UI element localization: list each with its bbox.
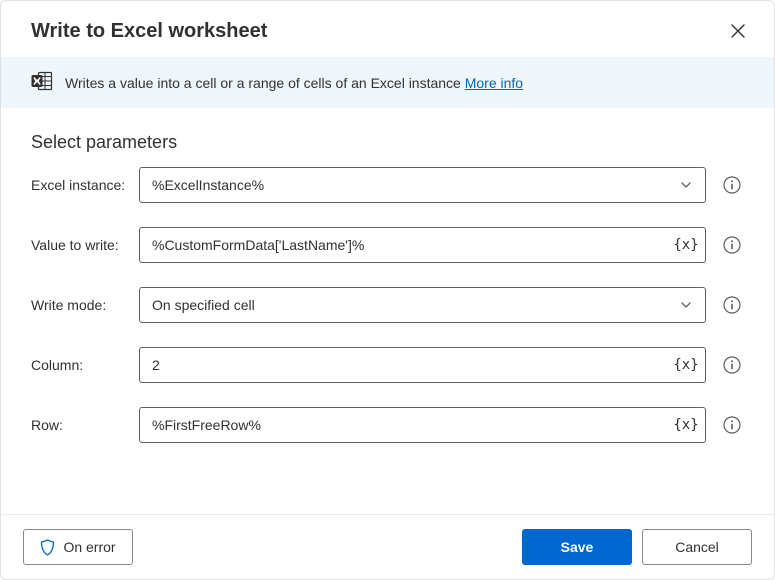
dialog: Write to Excel worksheet Writes a value … (0, 0, 775, 580)
info-icon (723, 356, 741, 374)
row-excel-instance: Excel instance: %ExcelInstance% (31, 167, 744, 203)
on-error-label: On error (63, 539, 115, 555)
close-icon (731, 24, 745, 38)
description-text: Writes a value into a cell or a range of… (65, 75, 461, 91)
info-icon (723, 236, 741, 254)
info-icon (723, 176, 741, 194)
parameters-form: Excel instance: %ExcelInstance% Value to… (1, 167, 774, 514)
row-column: Column: {x} (31, 347, 744, 383)
variable-picker-button[interactable]: {x} (674, 233, 698, 257)
label-column: Column: (31, 357, 139, 373)
section-heading: Select parameters (1, 108, 774, 167)
info-banner: Writes a value into a cell or a range of… (1, 57, 774, 108)
dialog-footer: On error Save Cancel (1, 514, 774, 579)
help-excel-instance[interactable] (720, 173, 744, 197)
label-write-mode: Write mode: (31, 297, 139, 313)
row-row: Row: {x} (31, 407, 744, 443)
on-error-button[interactable]: On error (23, 529, 133, 565)
save-button[interactable]: Save (522, 529, 632, 565)
info-icon (723, 296, 741, 314)
cancel-button[interactable]: Cancel (642, 529, 752, 565)
value-to-write-input[interactable] (139, 227, 706, 263)
write-mode-select[interactable]: On specified cell (139, 287, 706, 323)
excel-icon (31, 71, 53, 94)
label-value-to-write: Value to write: (31, 237, 139, 253)
help-value-to-write[interactable] (720, 233, 744, 257)
row-write-mode: Write mode: On specified cell (31, 287, 744, 323)
shield-icon (40, 539, 55, 556)
variable-picker-button[interactable]: {x} (674, 353, 698, 377)
info-icon (723, 416, 741, 434)
chevron-down-icon (674, 293, 698, 317)
dialog-title: Write to Excel worksheet (31, 20, 267, 43)
dialog-header: Write to Excel worksheet (1, 1, 774, 57)
write-mode-value: On specified cell (152, 297, 255, 313)
more-info-link[interactable]: More info (465, 75, 523, 91)
row-input[interactable] (139, 407, 706, 443)
help-column[interactable] (720, 353, 744, 377)
cancel-label: Cancel (675, 539, 719, 555)
help-row[interactable] (720, 413, 744, 437)
label-excel-instance: Excel instance: (31, 177, 139, 193)
label-row: Row: (31, 417, 139, 433)
row-value-to-write: Value to write: {x} (31, 227, 744, 263)
variable-picker-button[interactable]: {x} (674, 413, 698, 437)
help-write-mode[interactable] (720, 293, 744, 317)
save-label: Save (561, 539, 594, 555)
column-input[interactable] (139, 347, 706, 383)
chevron-down-icon (674, 173, 698, 197)
excel-instance-value: %ExcelInstance% (152, 177, 264, 193)
info-banner-text: Writes a value into a cell or a range of… (65, 75, 523, 91)
close-button[interactable] (724, 17, 752, 45)
excel-instance-select[interactable]: %ExcelInstance% (139, 167, 706, 203)
